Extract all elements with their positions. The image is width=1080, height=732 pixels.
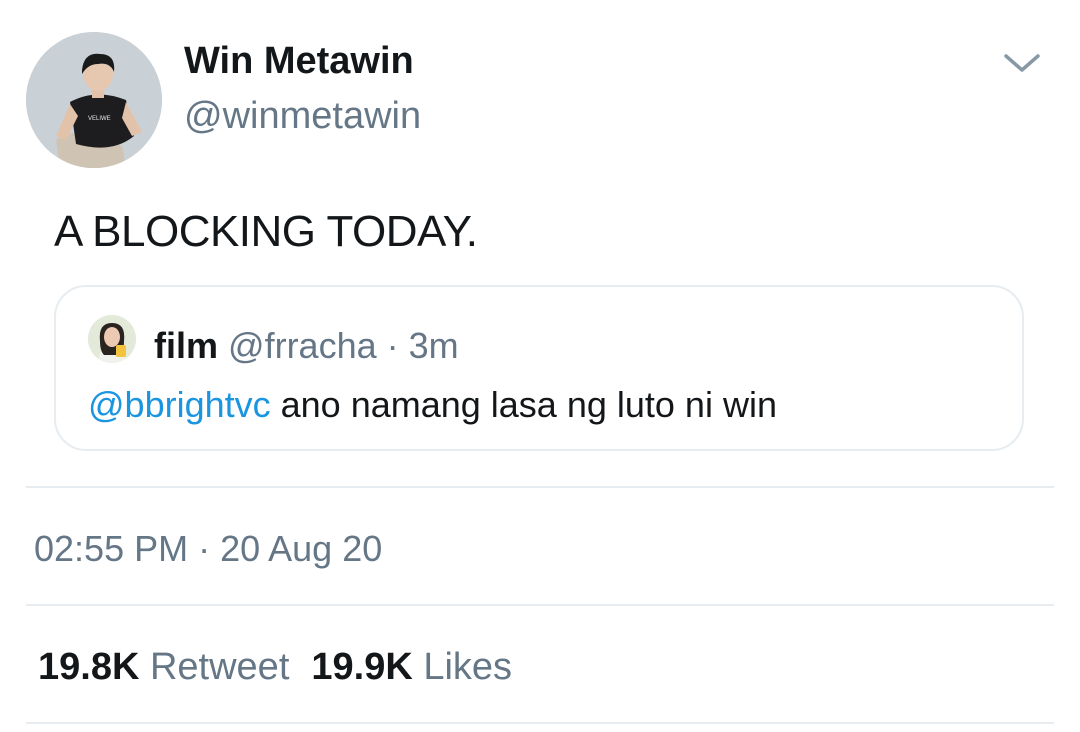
tweet-timestamp[interactable]: 02:55 PM · 20 Aug 20: [34, 528, 382, 570]
tweet-text: A BLOCKING TODAY.: [54, 207, 478, 256]
quoted-author-avatar: [88, 315, 136, 363]
likes-stat[interactable]: 19.9K Likes: [311, 646, 512, 688]
shirt-text: VELIWE: [88, 116, 111, 122]
quoted-tweet-header: film @frracha · 3m: [154, 325, 459, 367]
mention-link[interactable]: @bbrightvc: [88, 384, 271, 425]
divider: [26, 486, 1054, 488]
author-avatar[interactable]: VELIWE: [26, 32, 162, 168]
chevron-down-icon[interactable]: [1000, 48, 1044, 78]
tweet-stats: 19.8K Retweet 19.9K Likes: [38, 646, 512, 689]
retweet-count: 19.8K: [38, 646, 140, 688]
divider: [26, 722, 1054, 724]
author-handle[interactable]: @winmetawin: [184, 95, 421, 138]
quoted-author-name: film: [154, 325, 219, 366]
quoted-time: 3m: [408, 325, 459, 366]
quoted-author-handle: @frracha: [228, 325, 377, 366]
retweet-label: Retweet: [149, 646, 290, 688]
author-display-name[interactable]: Win Metawin: [184, 40, 414, 83]
quoted-tweet-card[interactable]: film @frracha · 3m @bbrightvc ano namang…: [54, 285, 1024, 451]
retweet-stat[interactable]: 19.8K Retweet: [38, 646, 289, 688]
quoted-separator: ·: [386, 325, 399, 366]
likes-count: 19.9K: [311, 646, 413, 688]
divider: [26, 604, 1054, 606]
likes-label: Likes: [423, 646, 513, 688]
quoted-tweet-text: @bbrightvc ano namang lasa ng luto ni wi…: [88, 384, 777, 426]
quoted-tweet-body: ano namang lasa ng luto ni win: [270, 384, 777, 425]
